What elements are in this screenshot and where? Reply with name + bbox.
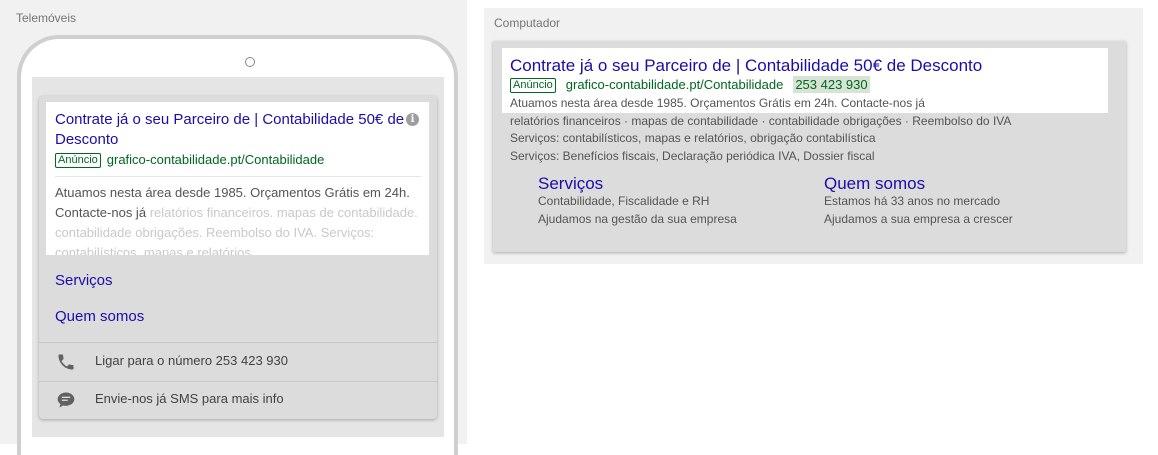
mobile-sitelink-quem-somos[interactable]: Quem somos bbox=[55, 308, 144, 325]
desktop-sitelink-servicos[interactable]: Serviços bbox=[538, 174, 603, 194]
phone-icon bbox=[58, 354, 74, 370]
desktop-ad-url-row: Anúncio grafico-contabilidade.pt/Contabil… bbox=[510, 76, 870, 93]
desktop-ad-card: Contrate já o seu Parceiro de | Contabil… bbox=[493, 41, 1126, 252]
desktop-ad-callouts: relatórios financeiros · mapas de contab… bbox=[510, 114, 1012, 128]
desktop-sitelink-description: Estamos há 33 anos no mercado bbox=[824, 194, 1001, 208]
info-icon[interactable]: i bbox=[406, 113, 419, 126]
desktop-ad-title[interactable]: Contrate já o seu Parceiro de | Contabil… bbox=[510, 56, 982, 76]
ad-badge: Anúncio bbox=[55, 153, 101, 168]
desktop-ad-phone[interactable]: 253 423 930 bbox=[793, 76, 870, 93]
divider bbox=[55, 176, 421, 177]
desktop-ad-url[interactable]: grafico-contabilidade.pt/Contabilidade bbox=[566, 77, 784, 92]
desktop-preview-panel: Computador Contrate já o seu Parceiro de… bbox=[484, 8, 1143, 264]
desktop-ad-snippet: Serviços: Benefícios fiscais, Declaração… bbox=[510, 149, 875, 163]
mobile-ad-card: Contrate já o seu Parceiro de | Contabil… bbox=[39, 96, 437, 419]
ad-badge: Anúncio bbox=[510, 78, 556, 93]
desktop-sitelink-description: Ajudamos na gestão da sua empresa bbox=[538, 212, 737, 226]
sms-extension-text: Envie-nos já SMS para mais info bbox=[95, 391, 284, 406]
desktop-sitelink-quem-somos[interactable]: Quem somos bbox=[824, 174, 925, 194]
call-extension[interactable]: Ligar para o número 253 423 930 bbox=[55, 343, 425, 381]
mobile-ad-title[interactable]: Contrate já o seu Parceiro de | Contabil… bbox=[55, 110, 405, 150]
desktop-ad-description-line: Atuamos nesta área desde 1985. Orçamento… bbox=[510, 96, 925, 110]
desktop-ad-snippet: Serviços: contabilísticos, mapas e relat… bbox=[510, 131, 876, 145]
mobile-ad-url[interactable]: grafico-contabilidade.pt/Contabilidade bbox=[107, 152, 325, 167]
mobile-ad-url-row: Anúncio grafico-contabilidade.pt/Contabil… bbox=[55, 152, 324, 168]
desktop-sitelink-description: Ajudamos a sua empresa a crescer bbox=[824, 212, 1013, 226]
mobile-ad-main: Contrate já o seu Parceiro de | Contabil… bbox=[46, 102, 429, 255]
sms-extension[interactable]: Envie-nos já SMS para mais info bbox=[55, 381, 425, 419]
phone-frame: Contrate já o seu Parceiro de | Contabil… bbox=[17, 35, 458, 455]
desktop-sitelink-description: Contabilidade, Fiscalidade e RH bbox=[538, 194, 710, 208]
desktop-panel-label: Computador bbox=[494, 16, 561, 30]
sms-icon bbox=[57, 392, 75, 408]
phone-camera bbox=[245, 57, 255, 67]
mobile-panel-label: Telemóveis bbox=[16, 11, 77, 25]
mobile-preview-panel: Telemóveis Contrate já o seu Parceiro de… bbox=[0, 0, 467, 455]
mobile-ad-description: Atuamos nesta área desde 1985. Orçamento… bbox=[55, 183, 425, 255]
phone-screen: Contrate já o seu Parceiro de | Contabil… bbox=[32, 77, 444, 437]
call-extension-text: Ligar para o número 253 423 930 bbox=[95, 353, 288, 368]
mobile-sitelink-servicos[interactable]: Serviços bbox=[55, 272, 113, 289]
